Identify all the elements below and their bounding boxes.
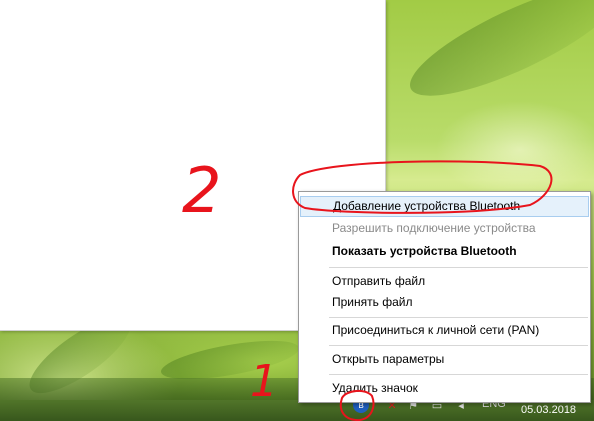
annotation-circle-menu-item — [292, 160, 553, 214]
annotation-label-2: 2 — [182, 154, 221, 227]
red-annotations: 2 1 — [182, 154, 553, 421]
annotation-circle-tray-icon — [339, 390, 375, 421]
annotation-label-1: 1 — [250, 356, 278, 407]
